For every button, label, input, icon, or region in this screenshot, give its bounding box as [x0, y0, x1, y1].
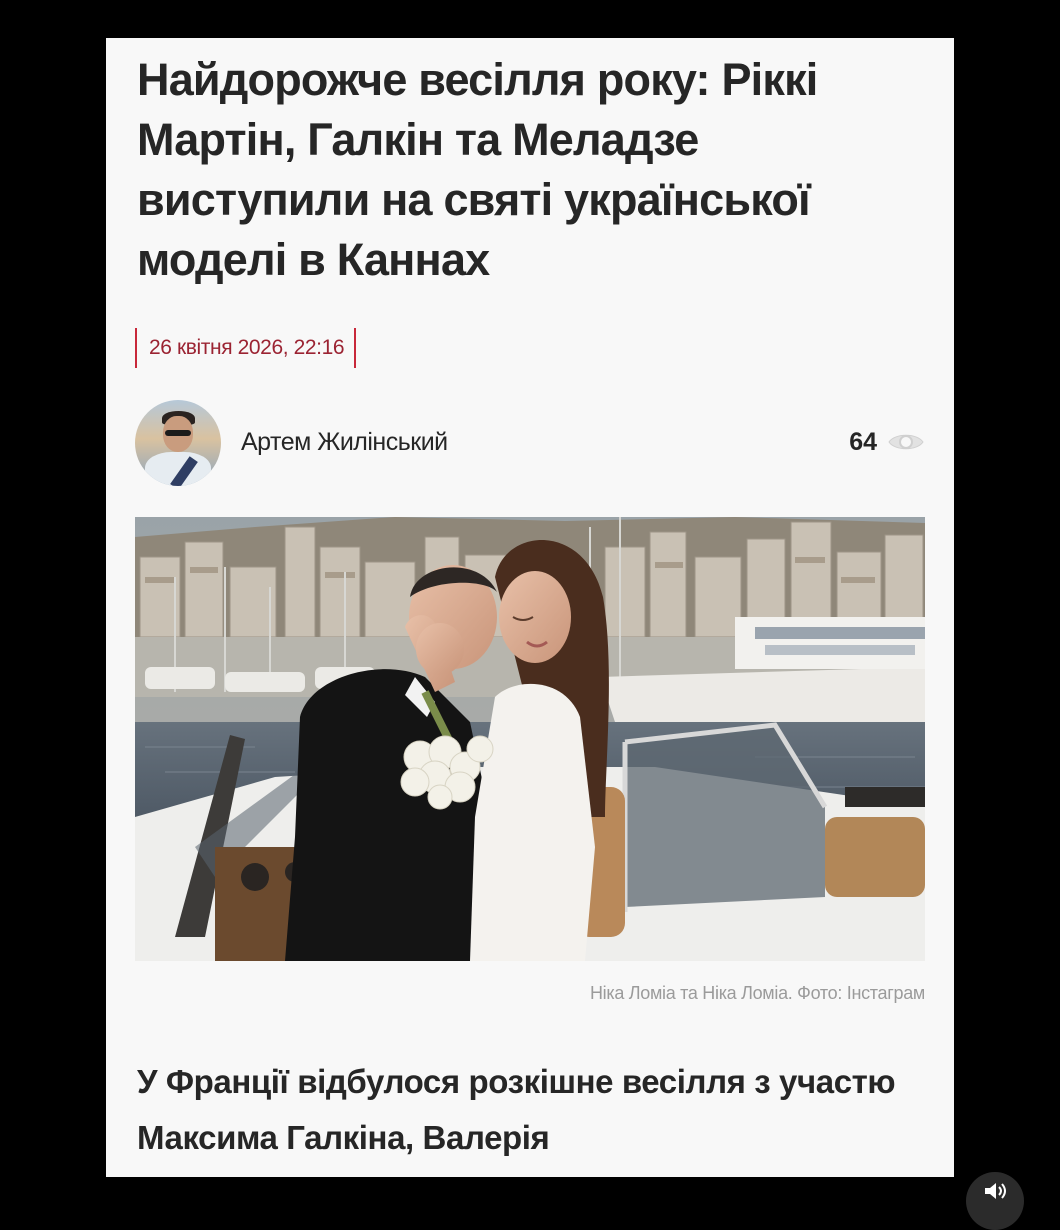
wedding-photo: [135, 517, 925, 961]
sound-toggle-button[interactable]: [966, 1172, 1024, 1230]
photo-caption: Ніка Ломіа та Ніка Ломіа. Фото: Інстагра…: [589, 983, 925, 1003]
author-row: Артем Жилінський 64: [135, 400, 925, 486]
author-avatar[interactable]: [135, 400, 221, 486]
view-counter: 64: [849, 424, 925, 460]
article-photo[interactable]: [135, 517, 925, 961]
author-name[interactable]: Артем Жилінський: [241, 424, 448, 460]
article-lead: У Франції відбулося розкішне весілля з у…: [137, 1063, 896, 1156]
article-date: 26 квітня 2026, 22:16: [135, 328, 357, 368]
eye-icon: [888, 434, 924, 450]
speaker-icon: [985, 1183, 1006, 1199]
article-card: Найдорожче весілля року: Ріккі Мартін, Г…: [106, 38, 954, 1177]
article-title: Найдорожче весілля року: Ріккі Мартін, Г…: [137, 54, 818, 285]
view-count: 64: [849, 427, 877, 456]
